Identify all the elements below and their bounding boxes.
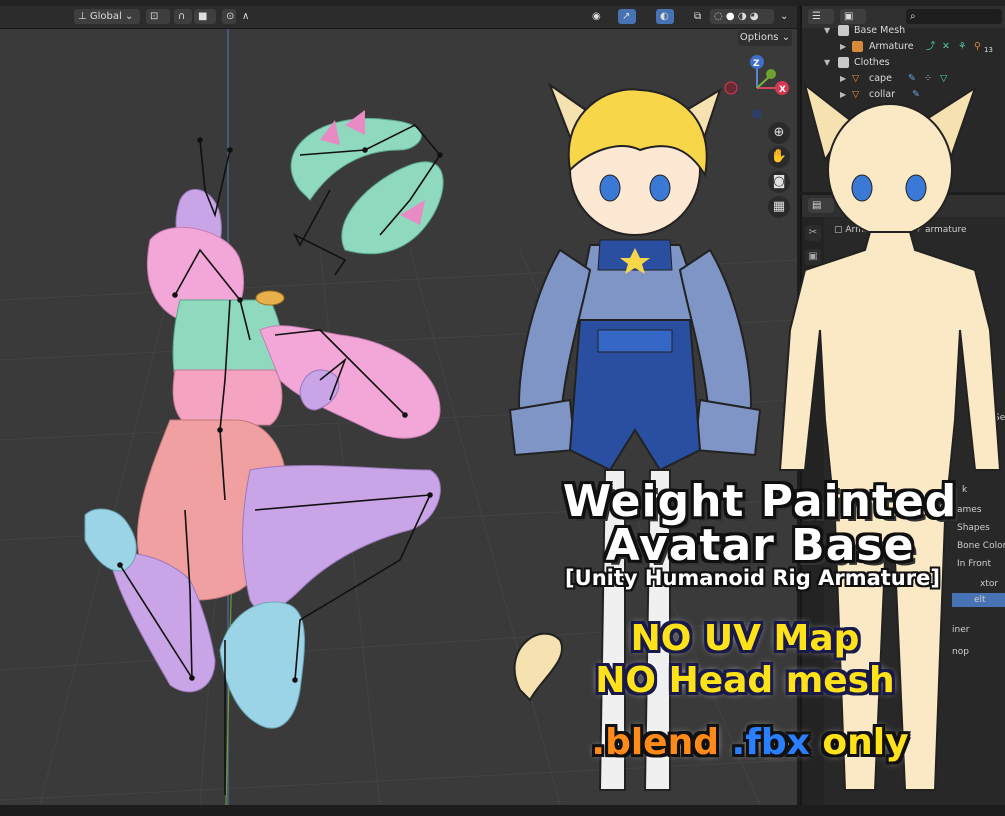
- format-blend: .blend: [591, 722, 719, 763]
- format-fbx: .fbx: [731, 722, 810, 763]
- promo-no-uv: NO UV Map: [630, 618, 860, 659]
- promo-subtitle: [Unity Humanoid Rig Armature]: [565, 566, 940, 590]
- format-only: only: [822, 722, 909, 763]
- status-bar: [0, 805, 1005, 816]
- promo-no-head: NO Head mesh: [595, 660, 895, 701]
- promo-title-line2: Avatar Base: [605, 520, 915, 571]
- promo-formats: .blend .fbx only: [560, 722, 940, 763]
